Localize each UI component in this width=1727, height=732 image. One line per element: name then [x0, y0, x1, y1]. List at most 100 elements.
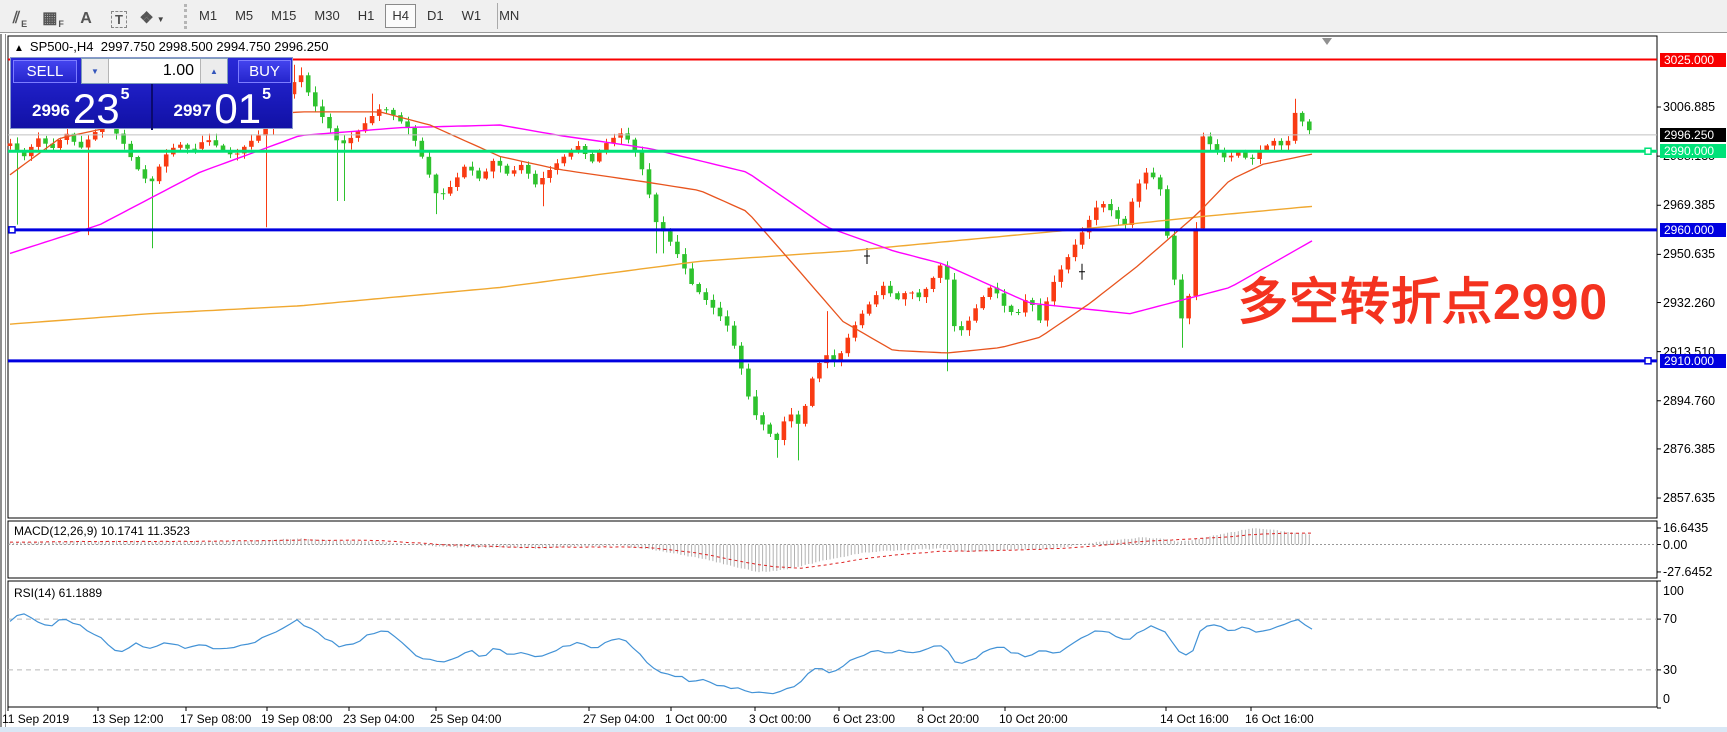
sell-price-prefix: 2996: [32, 101, 70, 121]
candle: [775, 434, 780, 440]
price-axis-label: 2932.260: [1663, 296, 1727, 310]
volume-field[interactable]: 1.00: [109, 59, 200, 83]
time-axis-label: 13 Sep 12:00: [92, 712, 163, 726]
candle: [618, 133, 623, 137]
symbol-timeframe-label: SP500-,H4: [30, 39, 94, 54]
candle: [689, 269, 694, 285]
candle: [143, 169, 148, 178]
buy-price-prefix: 2997: [174, 101, 212, 121]
time-axis-label: 11 Sep 2019: [2, 712, 69, 726]
candle: [924, 289, 929, 297]
candle: [214, 140, 219, 145]
buy-price-big: 01: [214, 90, 261, 128]
panel-border-1: [8, 521, 1657, 578]
rsi-axis-label: 30: [1663, 663, 1727, 677]
sell-price-big: 23: [73, 90, 120, 128]
candle: [491, 161, 496, 172]
time-axis-label: 3 Oct 00:00: [749, 712, 811, 726]
candle: [1108, 204, 1113, 210]
candle: [973, 308, 978, 320]
hline-handle[interactable]: [1645, 358, 1651, 364]
candle: [476, 171, 481, 179]
time-axis-label: 25 Sep 04:00: [430, 712, 501, 726]
sell-price-area[interactable]: 2996 23 5: [11, 84, 151, 130]
buy-price-area[interactable]: 2997 01 5: [153, 84, 293, 130]
price-axis-label: 2950.635: [1663, 247, 1727, 261]
candle: [334, 128, 339, 140]
candle: [711, 300, 716, 308]
hline-price-label: 2910.000: [1660, 354, 1726, 368]
candle: [767, 425, 772, 434]
macd-axis-label: 0.00: [1663, 538, 1727, 552]
candle: [207, 140, 212, 142]
candle: [1193, 228, 1198, 296]
current-price-label: 2996.250: [1660, 128, 1726, 142]
candle: [782, 421, 787, 440]
one-click-trade-panel: SELL ▼ 1.00 ▲ BUY 2996 23 5 2997 01 5: [10, 57, 293, 129]
chart-annotation-text: 多空转折点2990: [1238, 262, 1608, 334]
rsi-axis-label: 0: [1663, 692, 1727, 706]
volume-increase-button[interactable]: ▲: [200, 59, 227, 83]
sell-button[interactable]: SELL: [13, 60, 77, 83]
bid-ask-prices: 2996 23 5 2997 01 5: [11, 84, 292, 130]
candle: [498, 161, 503, 166]
rsi-indicator-label: RSI(14) 61.1889: [14, 586, 102, 600]
hline-handle[interactable]: [1645, 148, 1651, 154]
time-axis-label: 6 Oct 23:00: [833, 712, 895, 726]
candle: [760, 415, 765, 424]
window-bottom-strip: [0, 727, 1727, 732]
candle: [540, 178, 545, 184]
candle: [704, 292, 709, 300]
buy-price-sup: 5: [262, 86, 271, 104]
candle: [1130, 202, 1135, 225]
candle: [483, 172, 488, 179]
candle: [633, 140, 638, 151]
rsi-axis-label: 100: [1663, 584, 1727, 598]
candle: [427, 157, 432, 175]
candle: [57, 140, 62, 148]
candle: [909, 293, 914, 294]
buy-button[interactable]: BUY: [238, 60, 291, 83]
candle: [1115, 210, 1120, 219]
candle: [562, 157, 567, 164]
candle: [192, 149, 197, 150]
candle: [1179, 280, 1184, 319]
candle: [625, 133, 630, 139]
time-axis-label: 14 Oct 16:00: [1160, 712, 1229, 726]
candle: [846, 338, 851, 354]
candle: [1137, 184, 1142, 202]
candle: [640, 151, 645, 170]
rsi-axis-label: 70: [1663, 612, 1727, 626]
hline-price-label: 2990.000: [1660, 144, 1726, 158]
candle: [199, 142, 204, 149]
candle: [966, 321, 971, 331]
time-axis-label: 27 Sep 04:00: [583, 712, 654, 726]
sell-price-sup: 5: [121, 86, 130, 104]
time-axis-label: 23 Sep 04:00: [343, 712, 414, 726]
candle: [327, 117, 332, 128]
price-axis-label: 3006.885: [1663, 100, 1727, 114]
price-axis-label: 2969.385: [1663, 198, 1727, 212]
hline-price-label: 2960.000: [1660, 223, 1726, 237]
symbol-marker-icon: ▲: [14, 43, 24, 54]
time-axis-label: 8 Oct 20:00: [917, 712, 979, 726]
candle: [895, 293, 900, 299]
candle: [611, 138, 616, 143]
candle: [753, 397, 758, 416]
ohlc-values: 2997.750 2998.500 2994.750 2996.250: [101, 39, 329, 54]
candle: [341, 140, 346, 143]
volume-stepper: ▼ 1.00 ▲: [81, 58, 228, 84]
candle: [1208, 136, 1213, 144]
hline-handle[interactable]: [9, 227, 15, 233]
candle: [43, 138, 48, 143]
time-axis-label: 1 Oct 00:00: [665, 712, 727, 726]
time-axis-label: 16 Oct 16:00: [1245, 712, 1314, 726]
candle: [1059, 270, 1064, 282]
candle: [917, 293, 922, 298]
candle: [980, 297, 985, 308]
candle: [1272, 141, 1277, 146]
candle: [420, 141, 425, 157]
volume-decrease-button[interactable]: ▼: [82, 59, 109, 83]
time-axis-label: 17 Sep 08:00: [180, 712, 251, 726]
candle: [1066, 257, 1071, 269]
